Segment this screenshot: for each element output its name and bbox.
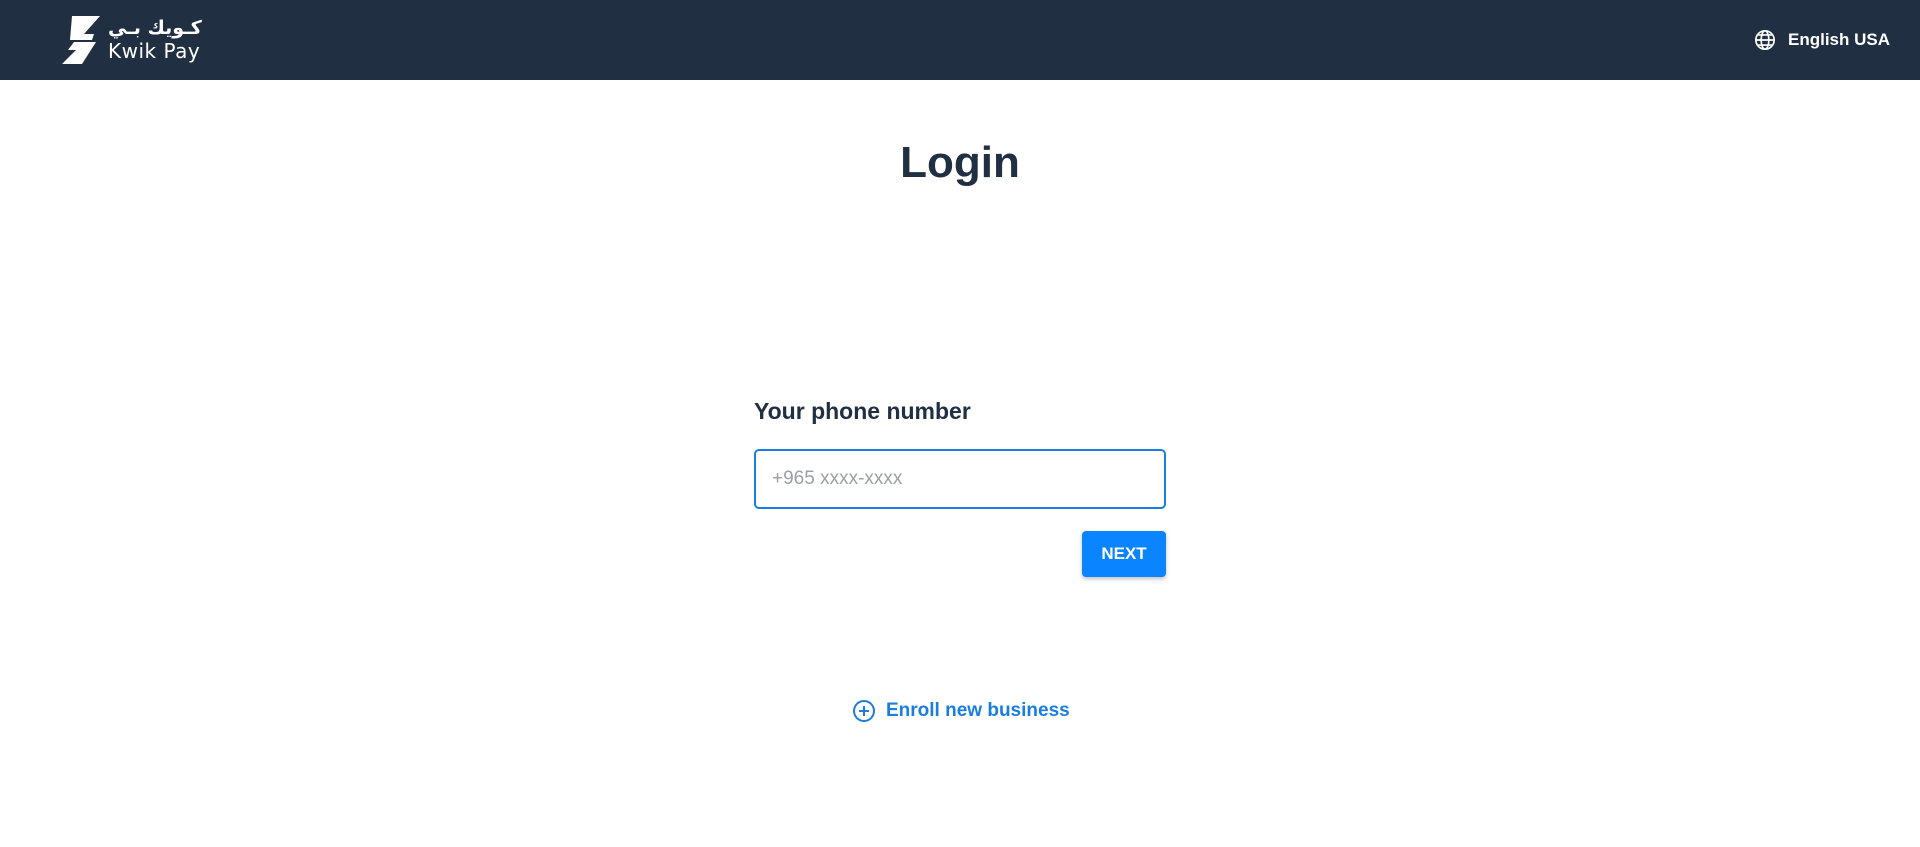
logo-wordmark: كـويك بـي Kwik Pay: [108, 17, 202, 63]
enroll-new-business-label: Enroll new business: [886, 700, 1070, 721]
top-bar: كـويك بـي Kwik Pay English USA: [0, 0, 1920, 80]
logo-english-text: Kwik Pay: [108, 39, 201, 63]
language-selector[interactable]: English USA: [1754, 26, 1890, 54]
plus-circle-icon: [853, 700, 875, 722]
lightning-logo-icon: [62, 16, 100, 64]
logo-arabic-text: كـويك بـي: [108, 17, 202, 39]
login-form: Your phone number NEXT: [754, 398, 1166, 577]
next-button[interactable]: NEXT: [1082, 531, 1166, 577]
kwik-pay-logo[interactable]: كـويك بـي Kwik Pay: [62, 16, 202, 64]
globe-icon: [1754, 30, 1775, 50]
enroll-new-business-link[interactable]: Enroll new business: [852, 699, 1070, 723]
page-title: Login: [900, 138, 1020, 187]
language-label: English USA: [1787, 30, 1890, 49]
phone-number-label: Your phone number: [754, 398, 971, 424]
form-actions: NEXT: [754, 531, 1166, 577]
phone-number-input[interactable]: [754, 449, 1166, 509]
